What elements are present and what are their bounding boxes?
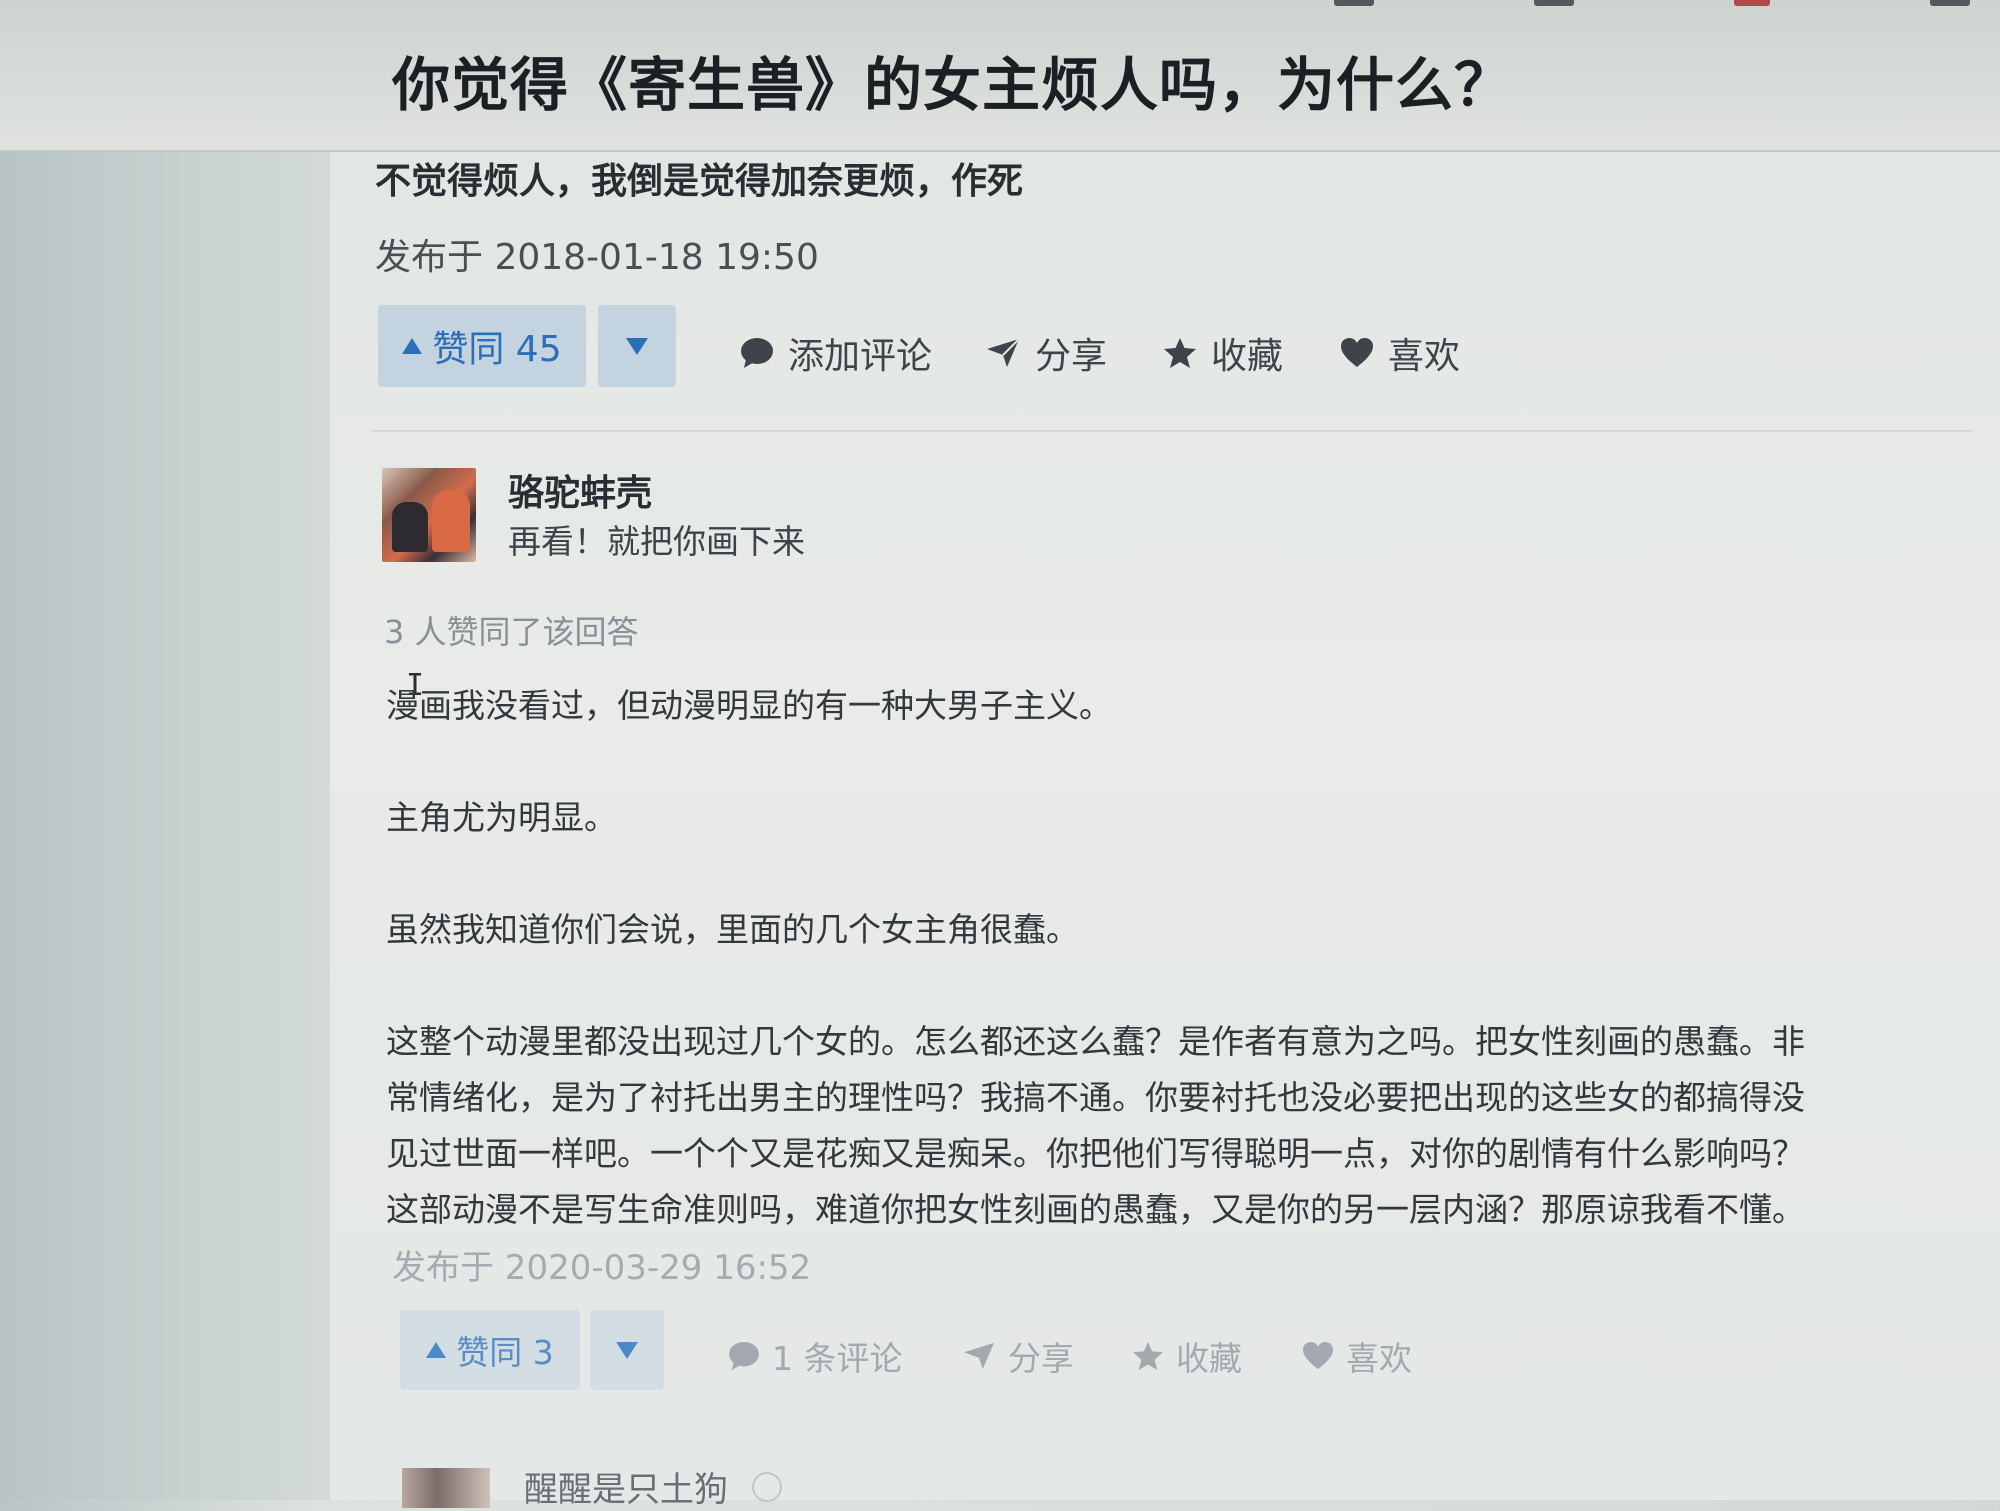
speech-bubble-icon — [741, 338, 773, 368]
answer-line: 见过世面一样吧。一个个又是花痴又是痴呆。你把他们写得聪明一点，对你的剧情有什么影… — [386, 1134, 1805, 1173]
add-comment-button[interactable]: 添加评论 — [740, 327, 932, 379]
star-icon — [1164, 338, 1196, 368]
share-label: 分享 — [1008, 1339, 1074, 1378]
question-title: 你觉得《寄生兽》的女主烦人吗，为什么？ — [392, 51, 1514, 119]
question-header: 你觉得《寄生兽》的女主烦人吗，为什么？ — [0, 0, 2000, 152]
toolbar-glyph — [1734, 0, 1770, 6]
paper-plane-icon — [964, 1342, 994, 1370]
answer-publish-date: 发布于 2018-01-18 19:50 — [375, 237, 819, 278]
like-button[interactable]: 喜欢 — [1302, 1332, 1412, 1380]
vote-summary: 3 人赞同了该回答 — [384, 613, 639, 651]
left-gutter — [0, 152, 330, 1500]
avatar[interactable] — [402, 1468, 490, 1508]
collect-label: 收藏 — [1176, 1339, 1242, 1378]
answer-paragraph: 主角尤为明显。 — [386, 798, 617, 837]
answer-excerpt: 不觉得烦人，我倒是觉得加奈更烦，作死 — [375, 161, 1024, 202]
heart-icon — [1341, 338, 1373, 367]
answer-body: 漫画我没看过，但动漫明显的有一种大男子主义。 主角尤为明显。 虽然我知道你们会说… — [386, 678, 1926, 1238]
triangle-down-icon — [626, 337, 648, 355]
paper-plane-icon — [987, 338, 1020, 367]
star-icon — [1133, 1341, 1163, 1371]
triangle-down-icon — [616, 1341, 638, 1359]
toolbar-glyph — [1534, 0, 1574, 6]
upvote-label: 赞同 3 — [456, 1333, 554, 1372]
answer-line: 常情绪化，是为了衬托出男主的理性吗？我搞不通。你要衬托也没必要把出现的这些女的都… — [386, 1078, 1805, 1117]
author-bio: 再看！就把你画下来 — [508, 522, 805, 561]
answer-paragraph-long: 这整个动漫里都没出现过几个女的。怎么都还这么蠢？是作者有意为之吗。把女性刻画的愚… — [386, 1014, 1926, 1238]
triangle-up-icon — [426, 1342, 447, 1358]
downvote-button[interactable] — [590, 1310, 664, 1390]
collect-label: 收藏 — [1211, 336, 1284, 377]
downvote-button[interactable] — [598, 305, 676, 387]
like-label: 喜欢 — [1388, 336, 1461, 377]
share-button[interactable]: 分享 — [985, 327, 1107, 379]
avatar-figure — [392, 502, 428, 552]
avatar[interactable] — [382, 468, 476, 562]
speech-bubble-icon — [729, 1341, 759, 1371]
upvote-button[interactable]: 赞同 45 — [378, 305, 586, 387]
verified-badge-icon — [752, 1472, 782, 1502]
answer-publish-date: 发布于 2020-03-29 16:52 — [392, 1248, 812, 1288]
upvote-label: 赞同 45 — [432, 329, 562, 370]
heart-icon — [1303, 1341, 1333, 1370]
like-label: 喜欢 — [1346, 1339, 1412, 1378]
collect-button[interactable]: 收藏 — [1163, 327, 1283, 379]
collect-button[interactable]: 收藏 — [1132, 1332, 1242, 1380]
share-label: 分享 — [1035, 336, 1108, 377]
upvote-button[interactable]: 赞同 3 — [400, 1310, 580, 1390]
answer-divider — [372, 430, 1972, 432]
answer-paragraph: 漫画我没看过，但动漫明显的有一种大男子主义。 — [386, 686, 1112, 725]
share-button[interactable]: 分享 — [962, 1332, 1074, 1380]
answer-line: 这部动漫不是写生命准则吗，难道你把女性刻画的愚蠢，又是你的另一层内涵？那原谅我看… — [386, 1190, 1805, 1229]
answer-paragraph: 虽然我知道你们会说，里面的几个女主角很蠢。 — [386, 910, 1079, 949]
comments-button[interactable]: 1 条评论 — [728, 1332, 903, 1380]
header-toolbar-edge — [1334, 0, 1970, 8]
answer-line: 这整个动漫里都没出现过几个女的。怎么都还这么蠢？是作者有意为之吗。把女性刻画的愚… — [386, 1022, 1805, 1061]
add-comment-label: 添加评论 — [788, 336, 933, 377]
triangle-up-icon — [402, 338, 423, 354]
author-name[interactable]: 骆驼蚌壳 — [508, 464, 652, 516]
author-name[interactable]: 醒醒是只土狗 — [524, 1462, 728, 1511]
toolbar-glyph — [1930, 0, 1970, 6]
avatar-figure — [432, 490, 470, 552]
toolbar-glyph — [1334, 0, 1374, 6]
like-button[interactable]: 喜欢 — [1340, 327, 1460, 379]
comments-label: 1 条评论 — [772, 1339, 903, 1378]
